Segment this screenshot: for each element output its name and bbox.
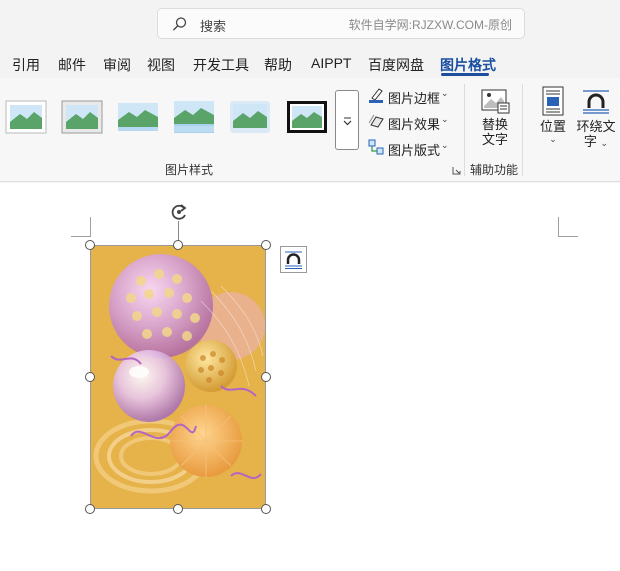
alt-text-button[interactable]: 替换 文字 bbox=[474, 88, 516, 147]
picture-style-4[interactable] bbox=[173, 100, 215, 134]
tab-help[interactable]: 帮助 bbox=[264, 55, 292, 75]
picture-effects-button[interactable]: 图片效果 ⌄ bbox=[366, 112, 456, 132]
tab-baidu-netdisk[interactable]: 百度网盘 bbox=[368, 55, 424, 75]
alt-text-icon bbox=[481, 89, 510, 114]
tab-picture-format[interactable]: 图片格式 bbox=[440, 55, 496, 75]
position-icon bbox=[542, 86, 564, 116]
tab-review[interactable]: 审阅 bbox=[103, 55, 131, 75]
picture-effects-label: 图片效果 bbox=[388, 117, 441, 132]
resize-handle-bottom-right[interactable] bbox=[261, 504, 271, 514]
tab-references[interactable]: 引用 bbox=[12, 55, 40, 75]
search-icon bbox=[173, 17, 187, 31]
resize-handle-bottom[interactable] bbox=[173, 504, 183, 514]
wrap-text-label-2: 字 ⌄ bbox=[574, 134, 618, 151]
ribbon: 图片样式 图片边框 ⌄ 图片效果 ⌄ 图片版式 ⌄ 替换 文字 辅助功能 位置 … bbox=[0, 78, 620, 182]
document-canvas bbox=[0, 183, 620, 571]
position-button[interactable]: 位置 ⌄ bbox=[536, 86, 570, 145]
wrap-text-button[interactable]: 环绕文 字 ⌄ bbox=[574, 86, 618, 151]
chevron-down-icon: ⌄ bbox=[600, 138, 609, 148]
chevron-down-icon: ⌄ bbox=[441, 88, 449, 98]
position-label: 位置 bbox=[539, 119, 566, 134]
chevron-down-icon bbox=[343, 117, 352, 126]
group-label-accessibility: 辅助功能 bbox=[470, 163, 519, 177]
margin-corner-top-right bbox=[558, 217, 578, 237]
alt-text-label-1: 替换 bbox=[481, 117, 508, 132]
title-bar: 搜索 软件自学网:RJZXW.COM-原创 bbox=[0, 0, 620, 48]
watermark-text: 软件自学网:RJZXW.COM-原创 bbox=[348, 18, 512, 32]
chevron-down-icon: ⌄ bbox=[549, 134, 557, 144]
group-label-picture-styles: 图片样式 bbox=[165, 163, 214, 177]
tab-mailings[interactable]: 邮件 bbox=[58, 55, 86, 75]
rotate-handle-icon[interactable] bbox=[169, 202, 189, 222]
chevron-down-icon: ⌄ bbox=[441, 114, 449, 124]
picture-layout-label: 图片版式 bbox=[388, 143, 441, 158]
picture-style-3[interactable] bbox=[117, 100, 159, 134]
group-separator bbox=[522, 84, 523, 176]
search-label: 搜索 bbox=[200, 19, 227, 34]
group-separator bbox=[464, 84, 465, 176]
picture-style-2[interactable] bbox=[61, 100, 103, 134]
picture-style-5[interactable] bbox=[229, 100, 271, 134]
chevron-down-icon: ⌄ bbox=[441, 140, 449, 150]
resize-handle-top[interactable] bbox=[173, 240, 183, 250]
layout-options-icon bbox=[285, 251, 302, 269]
wrap-text-icon bbox=[583, 90, 609, 114]
resize-handle-top-left[interactable] bbox=[85, 240, 95, 250]
picture-content bbox=[91, 246, 265, 508]
layout-options-button[interactable] bbox=[280, 246, 307, 273]
picture-layout-icon bbox=[368, 139, 384, 155]
search-box[interactable]: 搜索 软件自学网:RJZXW.COM-原创 bbox=[157, 8, 525, 39]
picture-style-1[interactable] bbox=[5, 100, 47, 134]
alt-text-label-2: 文字 bbox=[481, 132, 508, 147]
wrap-text-label-2-text: 字 bbox=[583, 134, 597, 149]
active-tab-indicator bbox=[441, 73, 489, 76]
tab-aippt[interactable]: AIPPT bbox=[311, 55, 351, 71]
pen-border-icon bbox=[369, 88, 383, 103]
picture-border-label: 图片边框 bbox=[388, 91, 441, 106]
picture-layout-button[interactable]: 图片版式 ⌄ bbox=[366, 138, 456, 158]
picture-styles-more-button[interactable] bbox=[335, 90, 359, 150]
tab-developer[interactable]: 开发工具 bbox=[193, 55, 249, 75]
ribbon-tabs: 引用 邮件 审阅 视图 开发工具 帮助 AIPPT 百度网盘 图片格式 bbox=[0, 48, 620, 78]
selected-picture[interactable] bbox=[90, 245, 266, 509]
resize-handle-bottom-left[interactable] bbox=[85, 504, 95, 514]
margin-corner-top-left bbox=[71, 217, 91, 237]
wrap-text-label-1: 环绕文 bbox=[576, 119, 616, 134]
picture-border-button[interactable]: 图片边框 ⌄ bbox=[366, 86, 456, 106]
resize-handle-top-right[interactable] bbox=[261, 240, 271, 250]
dialog-launcher-icon[interactable] bbox=[452, 166, 461, 175]
resize-handle-left[interactable] bbox=[85, 372, 95, 382]
picture-style-6[interactable] bbox=[286, 100, 328, 134]
effects-icon bbox=[368, 114, 384, 128]
resize-handle-right[interactable] bbox=[261, 372, 271, 382]
tab-view[interactable]: 视图 bbox=[147, 55, 175, 75]
